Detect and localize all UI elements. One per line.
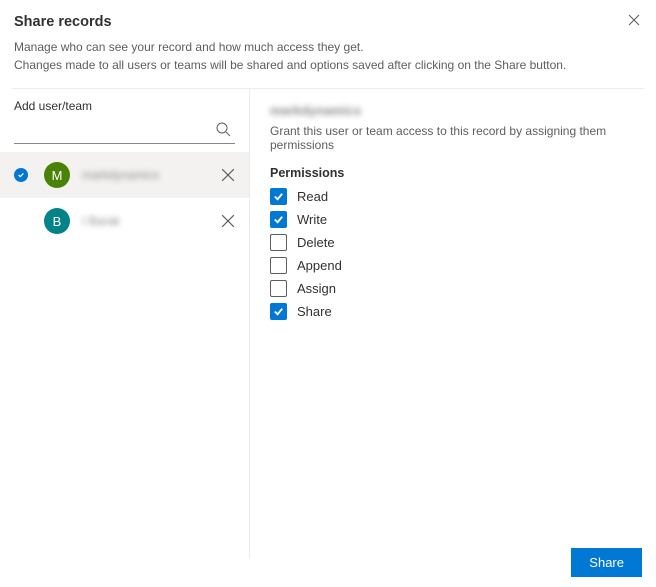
permission-row-read: Read	[270, 188, 636, 205]
permission-label: Append	[297, 258, 342, 273]
subtitle-line2: Changes made to all users or teams will …	[14, 56, 642, 74]
user-item[interactable]: B I Barak	[0, 198, 249, 244]
user-item[interactable]: M markdynamics	[0, 152, 249, 198]
dialog-title: Share records	[14, 14, 642, 30]
subtitle-line1: Manage who can see your record and how m…	[14, 38, 642, 56]
dialog-body: Add user/team M markdynamics	[0, 89, 656, 559]
permission-label: Read	[297, 189, 328, 204]
checkbox-assign[interactable]	[270, 280, 287, 297]
permission-row-assign: Assign	[270, 280, 636, 297]
permission-row-write: Write	[270, 211, 636, 228]
selected-badge-icon	[14, 168, 28, 182]
dialog-footer: Share	[571, 548, 642, 577]
permissions-list: Read Write Delete Append Assign Share	[270, 188, 636, 320]
dialog-subtitle: Manage who can see your record and how m…	[14, 38, 642, 74]
selected-user-title: markdynamics	[270, 103, 636, 118]
permissions-header: Permissions	[270, 166, 636, 180]
search-input[interactable]	[14, 122, 215, 137]
user-list-pane: Add user/team M markdynamics	[0, 89, 250, 559]
remove-user-icon[interactable]	[221, 168, 235, 182]
permission-row-share: Share	[270, 303, 636, 320]
checkbox-append[interactable]	[270, 257, 287, 274]
search-area: Add user/team	[0, 89, 249, 144]
permissions-description: Grant this user or team access to this r…	[270, 124, 636, 152]
permission-row-delete: Delete	[270, 234, 636, 251]
user-name: I Barak	[82, 214, 221, 228]
search-icon[interactable]	[215, 121, 231, 137]
avatar: M	[44, 162, 70, 188]
permission-label: Delete	[297, 235, 335, 250]
avatar: B	[44, 208, 70, 234]
permission-label: Assign	[297, 281, 336, 296]
permission-label: Write	[297, 212, 327, 227]
checkbox-delete[interactable]	[270, 234, 287, 251]
user-name: markdynamics	[82, 168, 221, 182]
dialog-header: Share records Manage who can see your re…	[0, 0, 656, 82]
search-row[interactable]	[14, 115, 235, 144]
user-list: M markdynamics B I Barak	[0, 152, 249, 559]
share-button[interactable]: Share	[571, 548, 642, 577]
search-label: Add user/team	[14, 99, 235, 113]
remove-user-icon[interactable]	[221, 214, 235, 228]
checkbox-share[interactable]	[270, 303, 287, 320]
close-icon[interactable]	[626, 12, 642, 28]
permission-label: Share	[297, 304, 332, 319]
checkbox-read[interactable]	[270, 188, 287, 205]
checkbox-write[interactable]	[270, 211, 287, 228]
permission-row-append: Append	[270, 257, 636, 274]
permissions-pane: markdynamics Grant this user or team acc…	[250, 89, 656, 559]
